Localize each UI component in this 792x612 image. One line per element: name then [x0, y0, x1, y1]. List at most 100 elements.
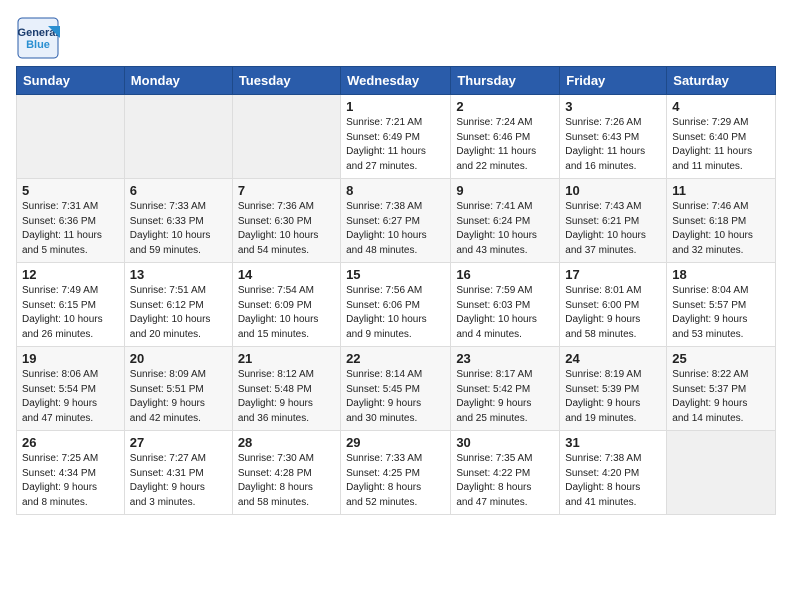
day-number: 15 [346, 267, 445, 282]
day-number: 12 [22, 267, 119, 282]
calendar-cell: 8 Sunrise: 7:38 AM Sunset: 6:27 PM Daylig… [341, 179, 451, 263]
calendar-cell: 30 Sunrise: 7:35 AM Sunset: 4:22 PM Dayli… [451, 431, 560, 515]
day-number: 13 [130, 267, 227, 282]
weekday-header-sunday: Sunday [17, 67, 125, 95]
day-number: 16 [456, 267, 554, 282]
logo-icon: General Blue [16, 16, 56, 56]
day-info: Sunrise: 8:09 AM Sunset: 5:51 PM Dayligh… [130, 368, 227, 426]
week-row-1: 1 Sunrise: 7:21 AM Sunset: 6:49 PM Daylig… [17, 95, 776, 179]
calendar-cell: 24 Sunrise: 8:19 AM Sunset: 5:39 PM Dayli… [560, 347, 667, 431]
calendar-cell: 31 Sunrise: 7:38 AM Sunset: 4:20 PM Dayli… [560, 431, 667, 515]
calendar-cell: 17 Sunrise: 8:01 AM Sunset: 6:00 PM Dayli… [560, 263, 667, 347]
day-number: 6 [130, 183, 227, 198]
day-number: 26 [22, 435, 119, 450]
day-number: 1 [346, 99, 445, 114]
day-info: Sunrise: 7:21 AM Sunset: 6:49 PM Dayligh… [346, 116, 445, 174]
calendar-cell: 5 Sunrise: 7:31 AM Sunset: 6:36 PM Daylig… [17, 179, 125, 263]
calendar-cell: 29Sunrise: 7:33 AM Sunset: 4:25 PM Dayli… [341, 431, 451, 515]
page-header: General Blue [16, 16, 776, 56]
day-number: 11 [672, 183, 770, 198]
day-info: Sunrise: 8:19 AM Sunset: 5:39 PM Dayligh… [565, 368, 661, 426]
week-row-2: 5 Sunrise: 7:31 AM Sunset: 6:36 PM Daylig… [17, 179, 776, 263]
calendar-cell: 14 Sunrise: 7:54 AM Sunset: 6:09 PM Dayli… [232, 263, 340, 347]
calendar-cell [232, 95, 340, 179]
day-info: Sunrise: 7:59 AM Sunset: 6:03 PM Dayligh… [456, 284, 554, 342]
day-number: 20 [130, 351, 227, 366]
calendar: SundayMondayTuesdayWednesdayThursdayFrid… [16, 66, 776, 515]
day-info: Sunrise: 7:25 AM Sunset: 4:34 PM Dayligh… [22, 452, 119, 510]
weekday-header-thursday: Thursday [451, 67, 560, 95]
calendar-cell [667, 431, 776, 515]
weekday-header-monday: Monday [124, 67, 232, 95]
day-info: Sunrise: 7:49 AM Sunset: 6:15 PM Dayligh… [22, 284, 119, 342]
day-info: Sunrise: 8:14 AM Sunset: 5:45 PM Dayligh… [346, 368, 445, 426]
weekday-header-friday: Friday [560, 67, 667, 95]
calendar-cell: 15 Sunrise: 7:56 AM Sunset: 6:06 PM Dayli… [341, 263, 451, 347]
day-number: 24 [565, 351, 661, 366]
day-number: 31 [565, 435, 661, 450]
weekday-header-wednesday: Wednesday [341, 67, 451, 95]
calendar-cell: 19Sunrise: 8:06 AM Sunset: 5:54 PM Dayli… [17, 347, 125, 431]
day-info: Sunrise: 7:31 AM Sunset: 6:36 PM Dayligh… [22, 200, 119, 258]
calendar-cell: 28 Sunrise: 7:30 AM Sunset: 4:28 PM Dayli… [232, 431, 340, 515]
day-number: 30 [456, 435, 554, 450]
day-number: 21 [238, 351, 335, 366]
day-number: 8 [346, 183, 445, 198]
calendar-cell [124, 95, 232, 179]
day-info: Sunrise: 8:22 AM Sunset: 5:37 PM Dayligh… [672, 368, 770, 426]
day-info: Sunrise: 7:30 AM Sunset: 4:28 PM Dayligh… [238, 452, 335, 510]
calendar-cell: 12 Sunrise: 7:49 AM Sunset: 6:15 PM Dayli… [17, 263, 125, 347]
calendar-cell: 27 Sunrise: 7:27 AM Sunset: 4:31 PM Dayli… [124, 431, 232, 515]
calendar-cell: 16 Sunrise: 7:59 AM Sunset: 6:03 PM Dayli… [451, 263, 560, 347]
calendar-cell: 9 Sunrise: 7:41 AM Sunset: 6:24 PM Daylig… [451, 179, 560, 263]
logo: General Blue [16, 16, 60, 56]
weekday-header-saturday: Saturday [667, 67, 776, 95]
calendar-cell: 4 Sunrise: 7:29 AM Sunset: 6:40 PM Daylig… [667, 95, 776, 179]
day-info: Sunrise: 7:38 AM Sunset: 6:27 PM Dayligh… [346, 200, 445, 258]
calendar-cell: 25Sunrise: 8:22 AM Sunset: 5:37 PM Dayli… [667, 347, 776, 431]
day-info: Sunrise: 7:54 AM Sunset: 6:09 PM Dayligh… [238, 284, 335, 342]
day-number: 28 [238, 435, 335, 450]
day-number: 2 [456, 99, 554, 114]
day-number: 29 [346, 435, 445, 450]
day-number: 18 [672, 267, 770, 282]
day-info: Sunrise: 7:46 AM Sunset: 6:18 PM Dayligh… [672, 200, 770, 258]
calendar-cell: 22 Sunrise: 8:14 AM Sunset: 5:45 PM Dayli… [341, 347, 451, 431]
day-info: Sunrise: 7:29 AM Sunset: 6:40 PM Dayligh… [672, 116, 770, 174]
day-info: Sunrise: 8:12 AM Sunset: 5:48 PM Dayligh… [238, 368, 335, 426]
day-number: 23 [456, 351, 554, 366]
calendar-cell: 7Sunrise: 7:36 AM Sunset: 6:30 PM Daylig… [232, 179, 340, 263]
day-info: Sunrise: 8:17 AM Sunset: 5:42 PM Dayligh… [456, 368, 554, 426]
calendar-cell: 18Sunrise: 8:04 AM Sunset: 5:57 PM Dayli… [667, 263, 776, 347]
day-number: 10 [565, 183, 661, 198]
day-info: Sunrise: 7:26 AM Sunset: 6:43 PM Dayligh… [565, 116, 661, 174]
week-row-5: 26 Sunrise: 7:25 AM Sunset: 4:34 PM Dayli… [17, 431, 776, 515]
day-info: Sunrise: 7:41 AM Sunset: 6:24 PM Dayligh… [456, 200, 554, 258]
day-info: Sunrise: 7:51 AM Sunset: 6:12 PM Dayligh… [130, 284, 227, 342]
calendar-cell: 11 Sunrise: 7:46 AM Sunset: 6:18 PM Dayli… [667, 179, 776, 263]
weekday-header-tuesday: Tuesday [232, 67, 340, 95]
day-info: Sunrise: 7:38 AM Sunset: 4:20 PM Dayligh… [565, 452, 661, 510]
day-number: 4 [672, 99, 770, 114]
day-info: Sunrise: 7:56 AM Sunset: 6:06 PM Dayligh… [346, 284, 445, 342]
calendar-cell: 26 Sunrise: 7:25 AM Sunset: 4:34 PM Dayli… [17, 431, 125, 515]
day-number: 17 [565, 267, 661, 282]
day-number: 22 [346, 351, 445, 366]
calendar-cell: 10Sunrise: 7:43 AM Sunset: 6:21 PM Dayli… [560, 179, 667, 263]
calendar-cell: 21 Sunrise: 8:12 AM Sunset: 5:48 PM Dayli… [232, 347, 340, 431]
day-number: 9 [456, 183, 554, 198]
week-row-3: 12 Sunrise: 7:49 AM Sunset: 6:15 PM Dayli… [17, 263, 776, 347]
day-info: Sunrise: 8:01 AM Sunset: 6:00 PM Dayligh… [565, 284, 661, 342]
calendar-cell: 2Sunrise: 7:24 AM Sunset: 6:46 PM Daylig… [451, 95, 560, 179]
day-number: 5 [22, 183, 119, 198]
day-info: Sunrise: 7:33 AM Sunset: 6:33 PM Dayligh… [130, 200, 227, 258]
svg-text:Blue: Blue [26, 39, 50, 51]
day-info: Sunrise: 7:27 AM Sunset: 4:31 PM Dayligh… [130, 452, 227, 510]
day-number: 7 [238, 183, 335, 198]
calendar-cell: 1 Sunrise: 7:21 AM Sunset: 6:49 PM Daylig… [341, 95, 451, 179]
day-info: Sunrise: 7:35 AM Sunset: 4:22 PM Dayligh… [456, 452, 554, 510]
day-number: 14 [238, 267, 335, 282]
calendar-cell: 23 Sunrise: 8:17 AM Sunset: 5:42 PM Dayli… [451, 347, 560, 431]
day-number: 27 [130, 435, 227, 450]
day-info: Sunrise: 8:06 AM Sunset: 5:54 PM Dayligh… [22, 368, 119, 426]
